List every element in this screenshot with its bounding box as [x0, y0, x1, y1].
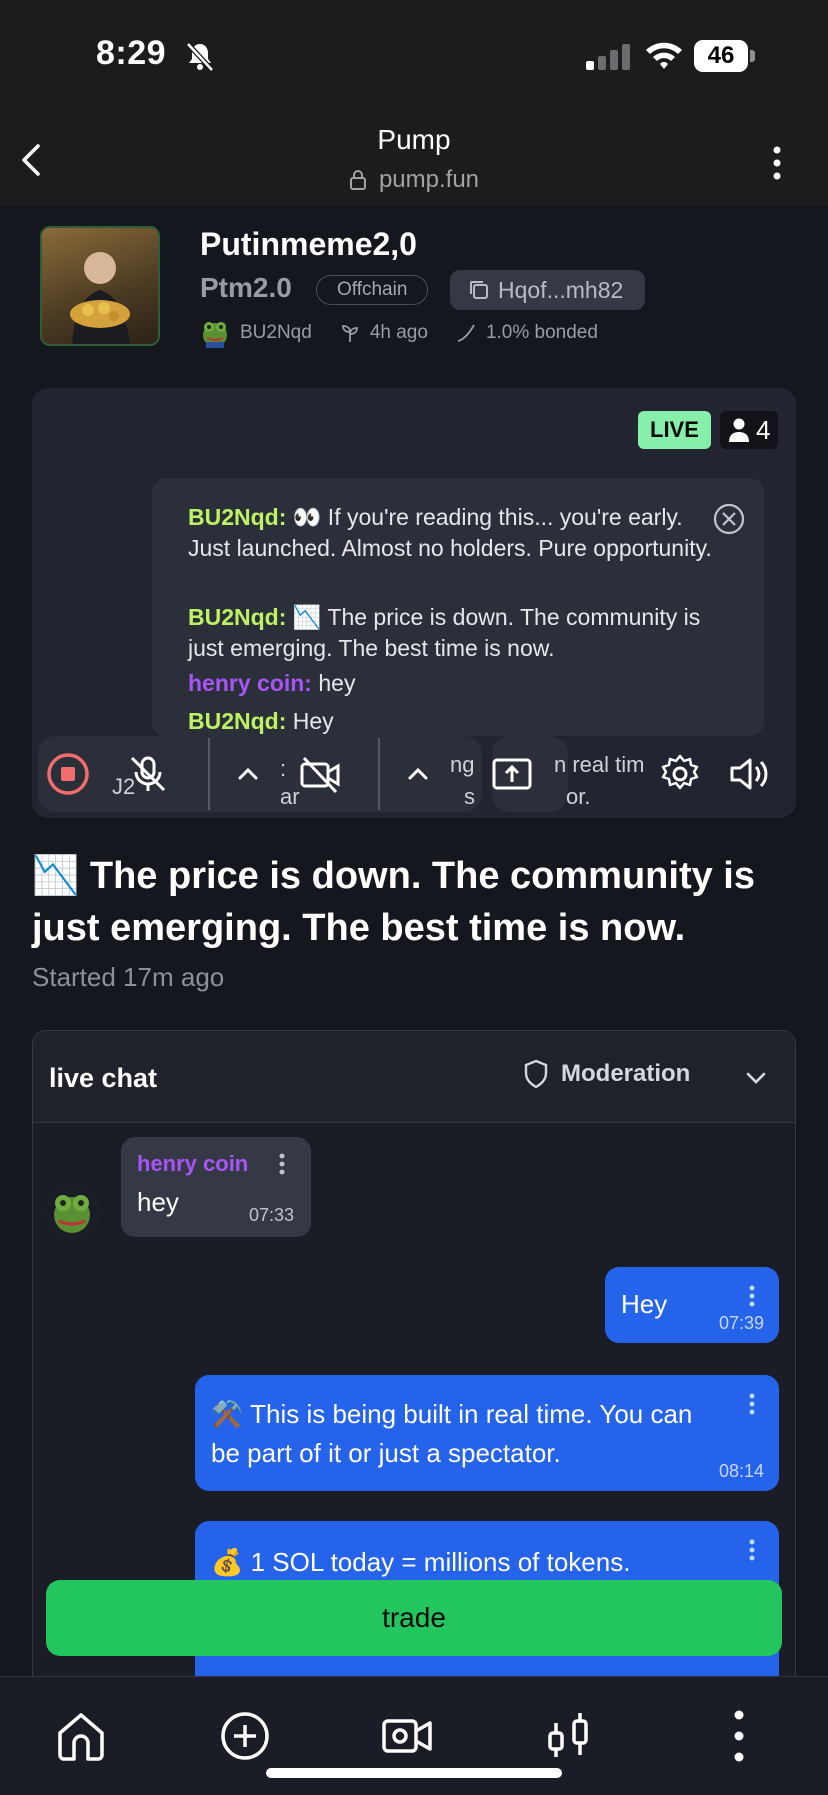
camera-off-icon[interactable] [298, 752, 342, 796]
overlay-message: henry coin: hey [188, 670, 356, 696]
contract-address: Hqof...mh82 [498, 276, 624, 303]
page-title: Pump [377, 124, 451, 155]
person-icon [729, 418, 749, 442]
chevron-up-icon[interactable] [396, 752, 440, 796]
message-time: 07:39 [719, 1313, 765, 1333]
message-time: 08:14 [719, 1461, 765, 1481]
page-url: pump.fun [378, 166, 480, 193]
more-options-icon[interactable] [770, 143, 784, 183]
bonded-percent: 1.0% bonded [485, 322, 598, 343]
chat-title: live chat [49, 1063, 158, 1093]
volume-icon[interactable] [726, 752, 770, 796]
offchain-badge: Offchain [316, 275, 429, 305]
token-age: 4h ago [369, 322, 428, 343]
share-screen-icon[interactable] [490, 752, 534, 796]
home-indicator [266, 1768, 562, 1778]
mic-muted-icon[interactable] [126, 752, 170, 796]
settings-gear-icon[interactable] [658, 752, 702, 796]
chevron-up-icon[interactable] [226, 752, 270, 796]
message-text: 💰 1 SOL today = millions of tokens. [211, 1547, 631, 1577]
more-menu-icon[interactable] [712, 1709, 766, 1763]
token-ticker: Ptm2.0 [200, 272, 292, 303]
wifi-icon [646, 42, 682, 69]
create-plus-icon[interactable] [218, 1709, 272, 1763]
bell-muted-icon [186, 42, 214, 72]
chevron-down-icon[interactable] [743, 1065, 769, 1091]
frog-avatar-icon[interactable] [200, 318, 230, 348]
copy-contract-button[interactable]: Hqof...mh82 [450, 270, 646, 310]
cellular-signal-icon [586, 44, 630, 70]
moderation-label: Moderation [561, 1060, 691, 1087]
stop-record-icon[interactable] [46, 752, 90, 796]
browser-header: 8:29 46 Pump pump.fun [0, 0, 828, 206]
token-name: Putinmeme2,0 [200, 226, 417, 262]
chat-message-outgoing[interactable]: Hey 07:39 [605, 1267, 779, 1343]
stream-started-time: Started 17m ago [32, 962, 225, 992]
copy-icon [470, 281, 488, 299]
message-text: ⚒️ This is being built in real time. You… [211, 1399, 693, 1468]
message-options-icon[interactable] [749, 1393, 755, 1415]
close-icon[interactable] [712, 502, 746, 536]
lock-icon [349, 170, 366, 190]
message-username[interactable]: henry coin [137, 1151, 248, 1177]
overlay-message: BU2Nqd: 📉 The price is down. The communi… [188, 604, 701, 661]
battery-icon: 46 [694, 40, 755, 72]
message-options-icon[interactable] [279, 1153, 285, 1175]
home-icon[interactable] [54, 1709, 108, 1763]
token-meta-row: BU2Nqd 4h ago 1.0% bonded [200, 318, 598, 348]
creator-name[interactable]: BU2Nqd [240, 322, 312, 344]
viewer-count-value: 4 [756, 414, 771, 445]
chat-header: live chat Moderation [33, 1031, 795, 1123]
message-text: Hey [621, 1289, 668, 1319]
message-text: hey [137, 1187, 179, 1217]
shield-icon [524, 1059, 548, 1089]
overlay-message: BU2Nqd: 👀 If you're reading this... you'… [188, 504, 712, 561]
token-portrait-icon [70, 252, 130, 344]
chart-candles-icon[interactable] [542, 1709, 596, 1763]
status-time: 8:29 [96, 34, 167, 72]
chat-message-outgoing[interactable]: ⚒️ This is being built in real time. You… [195, 1375, 779, 1491]
message-time: 07:33 [249, 1205, 295, 1225]
token-image [40, 226, 160, 346]
battery-level: 46 [694, 40, 748, 72]
avatar[interactable] [47, 1187, 97, 1237]
frog-avatar-icon [47, 1187, 97, 1237]
stream-controls: J2 : ar ng s n real tim or. [32, 730, 796, 818]
sprout-icon [341, 325, 358, 342]
viewer-count: 4 [720, 411, 779, 449]
trade-button[interactable]: trade [46, 1580, 782, 1656]
moderation-button[interactable]: Moderation [523, 1059, 690, 1089]
message-options-icon[interactable] [749, 1285, 755, 1307]
live-badge: LIVE [638, 411, 711, 449]
stream-chat-overlay: BU2Nqd: 👀 If you're reading this... you'… [152, 478, 764, 736]
url-row: pump.fun [0, 166, 828, 194]
stream-headline: 📉 The price is down. The community is ju… [32, 855, 755, 949]
chat-message-incoming[interactable]: henry coin hey 07:33 [121, 1137, 311, 1237]
livestream-camera-icon[interactable] [380, 1709, 434, 1763]
bonding-curve-icon [457, 324, 475, 342]
